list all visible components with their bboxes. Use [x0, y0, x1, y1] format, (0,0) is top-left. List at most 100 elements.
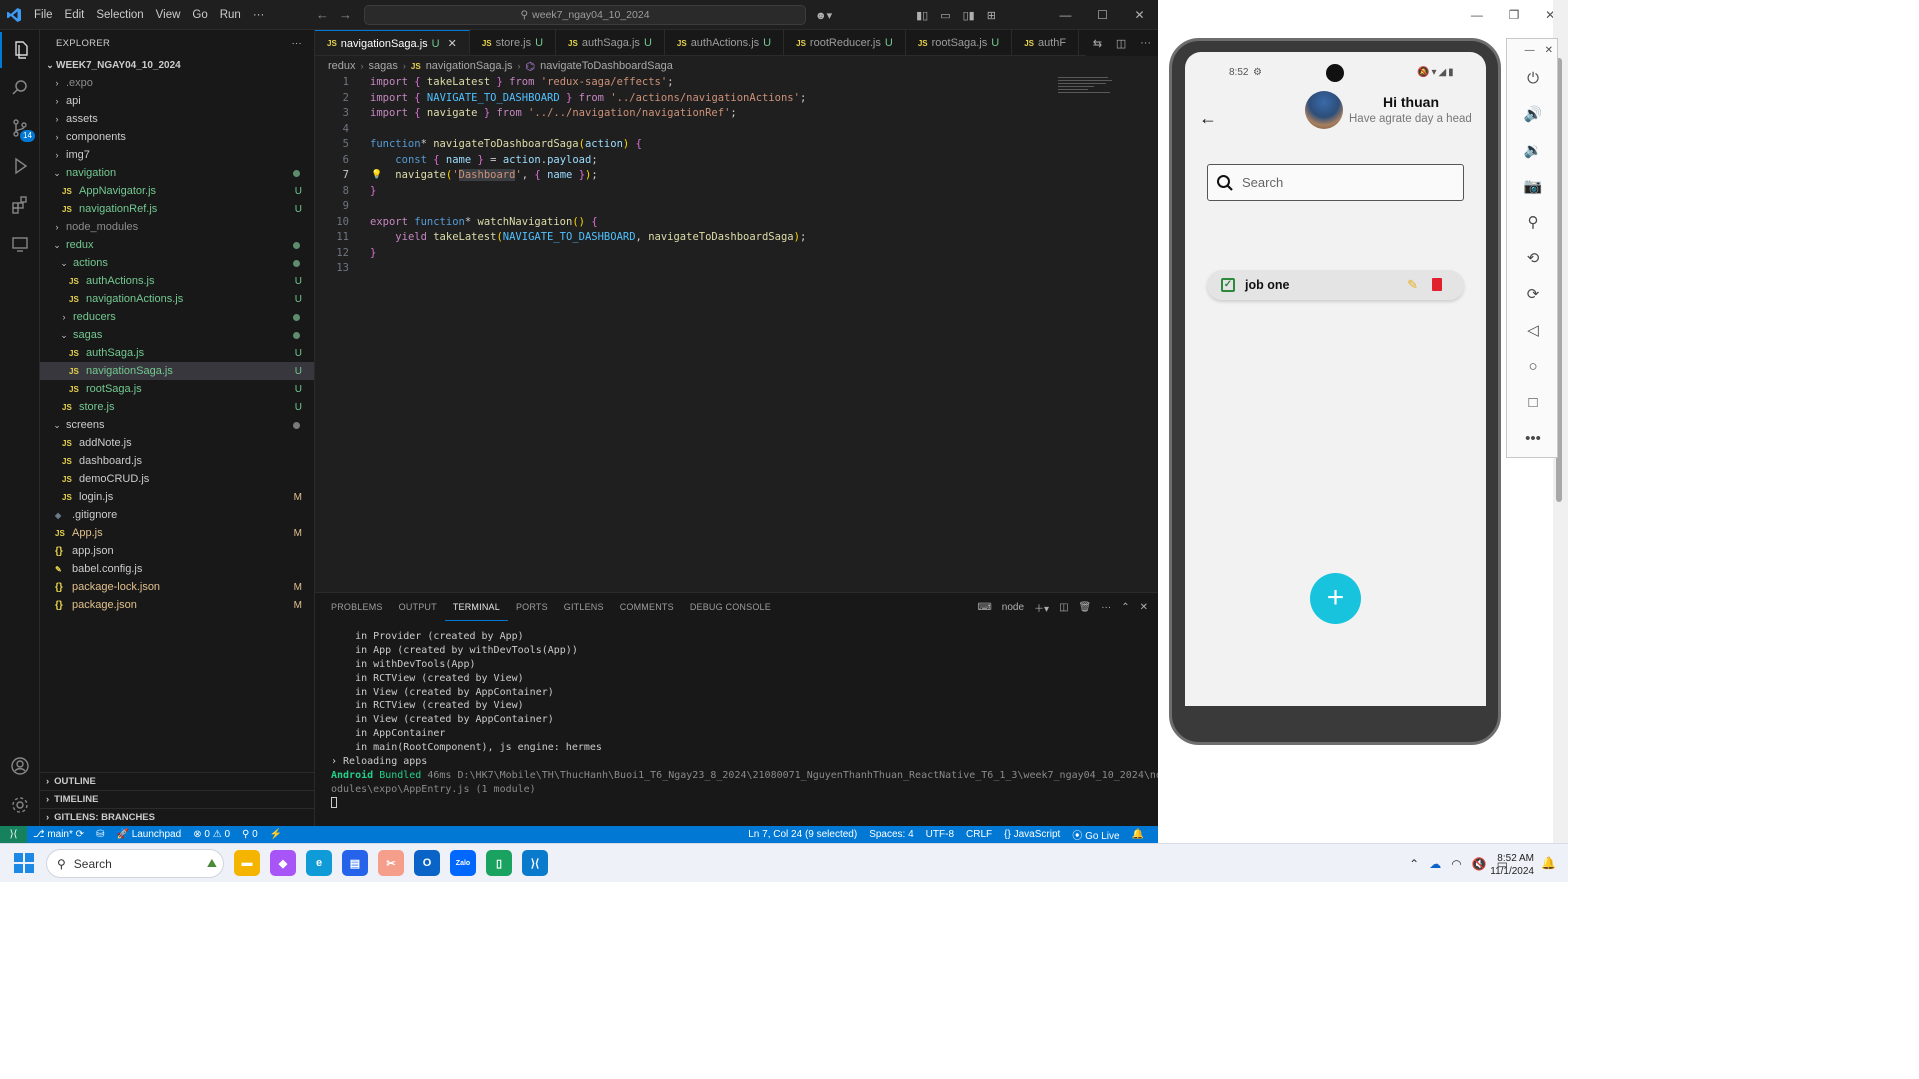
windows-start-icon[interactable]	[14, 853, 34, 873]
wifi-icon[interactable]: ◠	[1451, 857, 1461, 871]
folder-item[interactable]: ⌄ sagas	[40, 326, 314, 344]
panel-tab-terminal[interactable]: TERMINAL	[444, 594, 508, 621]
gitlens-icon[interactable]: ⛁	[90, 829, 110, 840]
search-input[interactable]	[1242, 175, 1442, 190]
split-terminal-icon[interactable]: ◫	[1059, 602, 1068, 613]
panel-tab-gitlens[interactable]: GITLENS	[556, 593, 612, 621]
file-item[interactable]: JS store.js U	[40, 398, 314, 416]
menu-more[interactable]: ···	[247, 0, 271, 30]
maximize-panel-icon[interactable]: ⌃	[1121, 602, 1129, 613]
editor-tab[interactable]: JS authSaga.js U	[556, 30, 665, 55]
language-mode[interactable]: {} JavaScript	[998, 829, 1066, 840]
toggle-secondary-sidebar-icon[interactable]: ▯▮	[963, 9, 975, 22]
gitlens-branches-section[interactable]: › GITLENS: BRANCHES	[40, 808, 315, 826]
file-item[interactable]: {} package-lock.json M	[40, 578, 314, 596]
bell-icon[interactable]: 🔔	[1126, 829, 1150, 840]
command-center-search[interactable]: ⚲ week7_ngay04_10_2024	[364, 5, 806, 25]
menu-run[interactable]: Run	[214, 0, 247, 30]
file-item[interactable]: JS demoCRUD.js	[40, 470, 314, 488]
android-studio-icon[interactable]: ▯	[486, 850, 512, 876]
file-item[interactable]: JS navigationSaga.js U	[40, 362, 314, 380]
panel-tab-output[interactable]: OUTPUT	[391, 593, 445, 621]
customize-layout-icon[interactable]: ⊞	[987, 9, 996, 22]
remote-indicator-icon[interactable]: ⟩⟨	[0, 826, 27, 843]
minimize-icon[interactable]: —	[1047, 0, 1084, 30]
rotate-right-icon[interactable]: ⟳	[1507, 276, 1559, 312]
lightning-icon[interactable]: ⚡	[264, 829, 288, 840]
volume-down-icon[interactable]: 🔉	[1507, 132, 1559, 168]
file-item[interactable]: {} package.json M	[40, 596, 314, 614]
new-terminal-icon[interactable]: ＋▾	[1034, 600, 1049, 615]
pencil-icon[interactable]: ✎	[1407, 277, 1418, 293]
panel-tab-problems[interactable]: PROBLEMS	[323, 593, 391, 621]
add-job-button[interactable]: +	[1310, 573, 1361, 624]
power-icon[interactable]: ⏻	[1507, 60, 1559, 96]
file-item[interactable]: JS rootSaga.js U	[40, 380, 314, 398]
ports-indicator[interactable]: ⚲ 0	[236, 829, 264, 840]
system-clock[interactable]: 8:52 AM 11/1/2024	[1490, 852, 1534, 878]
search-field[interactable]	[1207, 164, 1464, 201]
gear-icon[interactable]	[0, 787, 40, 823]
more-actions-icon[interactable]: ···	[1140, 37, 1151, 49]
close-icon[interactable]: ✕	[448, 37, 457, 50]
toggle-panel-icon[interactable]: ▭	[940, 9, 950, 22]
snipping-tool-icon[interactable]: ✂	[378, 850, 404, 876]
outlook-icon[interactable]: O	[414, 850, 440, 876]
folder-item[interactable]: › reducers	[40, 308, 314, 326]
file-item[interactable]: JS authSaga.js U	[40, 344, 314, 362]
toggle-sidebar-icon[interactable]: ▮▯	[916, 9, 928, 22]
chevron-up-icon[interactable]: ⌃	[1409, 857, 1419, 871]
editor-tab[interactable]: JS rootSaga.js U	[906, 30, 1013, 55]
store-icon[interactable]: ▤	[342, 850, 368, 876]
menu-file[interactable]: File	[28, 0, 59, 30]
folder-item[interactable]: ⌄ screens	[40, 416, 314, 434]
folder-item[interactable]: › assets	[40, 110, 314, 128]
menu-selection[interactable]: Selection	[90, 0, 149, 30]
terminal-shell-label[interactable]: node	[1002, 602, 1024, 613]
trash-icon[interactable]: 🗑	[1079, 602, 1092, 613]
volume-up-icon[interactable]: 🔊	[1507, 96, 1559, 132]
file-item[interactable]: JS authActions.js U	[40, 272, 314, 290]
folder-item[interactable]: › img7	[40, 146, 314, 164]
edge-browser-icon[interactable]: e	[306, 850, 332, 876]
minimize-icon[interactable]: —	[1525, 45, 1535, 56]
outline-section[interactable]: › OUTLINE	[40, 772, 315, 790]
remote-explorer-icon[interactable]	[0, 226, 40, 262]
back-triangle-icon[interactable]: ◁	[1507, 312, 1559, 348]
close-icon[interactable]: ✕	[1545, 45, 1553, 56]
account-icon[interactable]	[0, 748, 40, 784]
file-item[interactable]: JS navigationRef.js U	[40, 200, 314, 218]
search-view-icon[interactable]	[0, 70, 40, 106]
trash-icon[interactable]	[1432, 278, 1442, 291]
explorer-icon[interactable]	[0, 32, 40, 68]
overview-square-icon[interactable]: □	[1507, 384, 1559, 420]
folder-item[interactable]: › api	[40, 92, 314, 110]
extensions-icon[interactable]	[0, 187, 40, 223]
minimize-icon[interactable]: —	[1471, 8, 1483, 22]
run-debug-icon[interactable]	[0, 148, 40, 184]
restore-icon[interactable]: ❐	[1509, 8, 1520, 22]
file-explorer-icon[interactable]: ▬	[234, 850, 260, 876]
taskbar-search[interactable]: ⚲ Search ⛰	[46, 849, 224, 878]
line-ending[interactable]: CRLF	[960, 829, 998, 840]
zalo-icon[interactable]: Zalo	[450, 850, 476, 876]
camera-icon[interactable]: 📷	[1507, 168, 1559, 204]
timeline-section[interactable]: › TIMELINE	[40, 790, 315, 808]
copilot-icon[interactable]: ☻▾	[815, 9, 832, 22]
folder-item[interactable]: › components	[40, 128, 314, 146]
problems-indicator[interactable]: ⊗ 0 ⚠ 0	[187, 829, 236, 840]
forward-arrow-icon[interactable]: →	[339, 0, 352, 30]
editor-tab[interactable]: JS rootReducer.js U	[784, 30, 906, 55]
back-arrow-icon[interactable]: ←	[1199, 108, 1217, 129]
vscode-taskbar-icon[interactable]: ⟩⟨	[522, 850, 548, 876]
editor-tab[interactable]: JS navigationSaga.js U ✕	[315, 30, 470, 55]
launchpad-button[interactable]: 🚀 Launchpad	[110, 829, 187, 840]
file-item[interactable]: JS AppNavigator.js U	[40, 182, 314, 200]
folder-item[interactable]: › node_modules	[40, 218, 314, 236]
branch-indicator[interactable]: ⎇ main* ⟳	[27, 829, 90, 840]
breadcrumb-symbol[interactable]: navigateToDashboardSaga	[540, 60, 673, 72]
file-item[interactable]: JS navigationActions.js U	[40, 290, 314, 308]
panel-tab-debug-console[interactable]: DEBUG CONSOLE	[682, 593, 779, 621]
onedrive-icon[interactable]: ☁	[1429, 857, 1441, 871]
file-item[interactable]: JS addNote.js	[40, 434, 314, 452]
